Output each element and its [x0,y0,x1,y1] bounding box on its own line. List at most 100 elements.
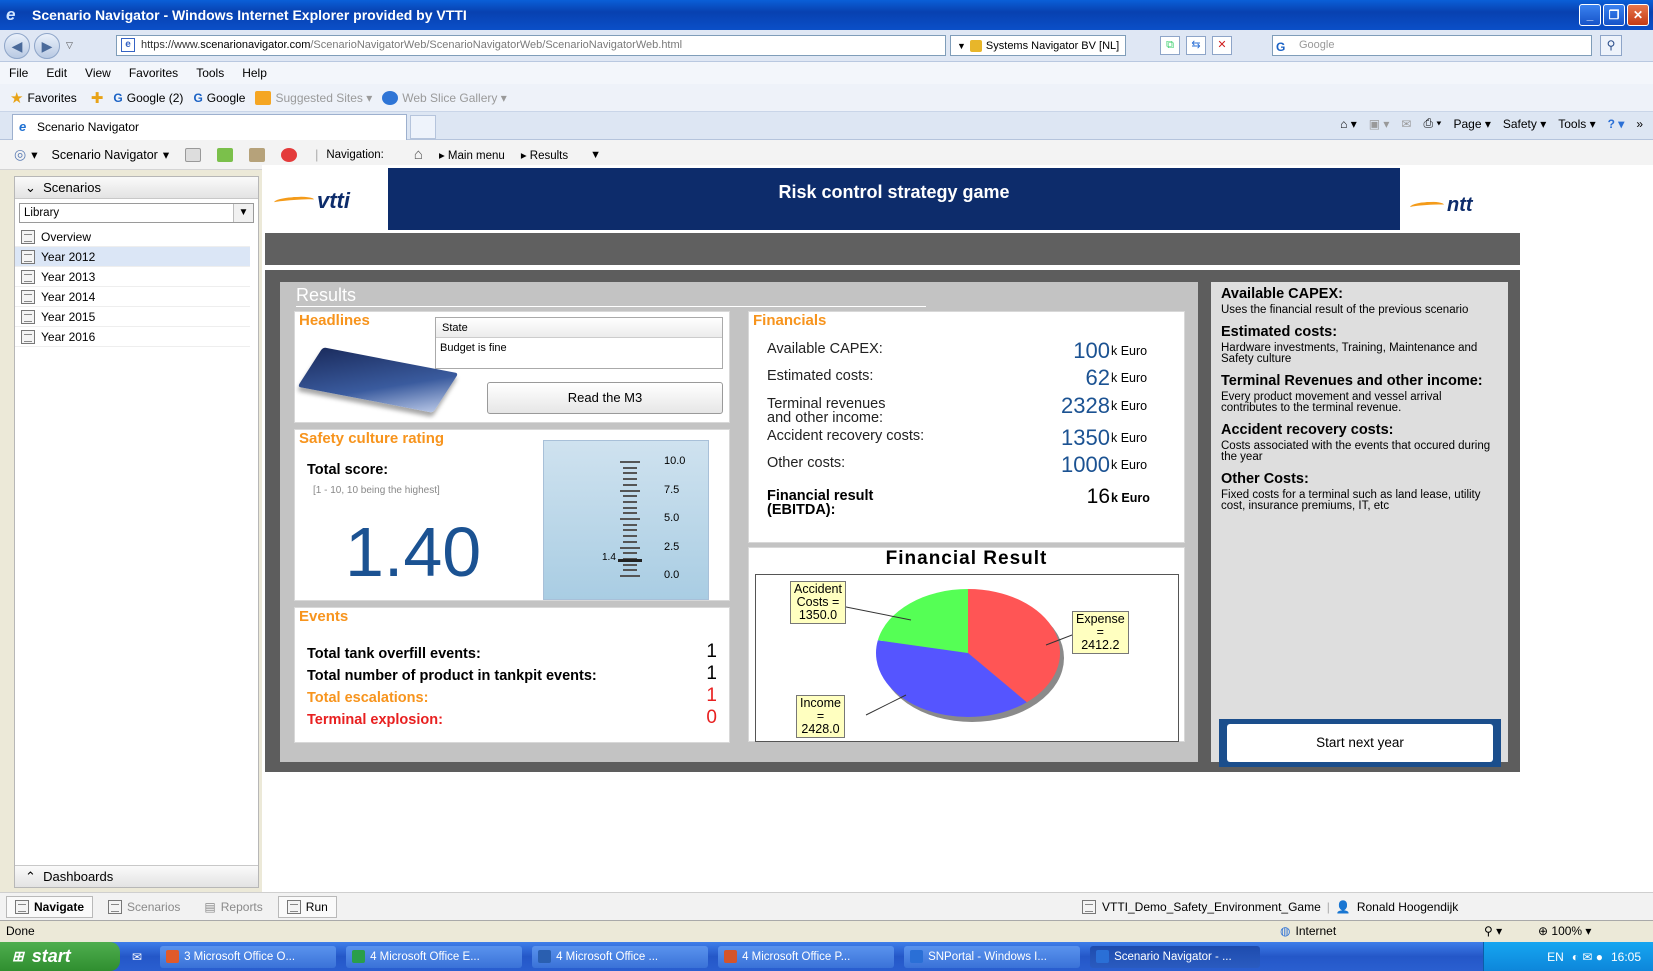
library-select[interactable]: Library ▼ [19,203,254,223]
favorites-button[interactable]: ★ Favorites [10,89,77,107]
new-tab-button[interactable] [410,115,436,139]
scenario-item-year-2012[interactable]: Year 2012 [15,247,250,267]
zoom-control[interactable]: ⊕ 100% ▾ [1538,921,1591,942]
mail-icon[interactable]: ✉ [1401,117,1411,131]
tab-run[interactable]: Run [277,895,337,918]
start-button[interactable]: ⊞ start [0,942,120,971]
start-next-year-button[interactable]: Start next year [1227,724,1493,762]
breadcrumb-dropdown-icon[interactable]: ▼ [590,149,601,161]
fav-web-slice-gallery[interactable]: Web Slice Gallery ▾ [382,90,507,105]
gauge-tick [623,523,637,526]
home-icon[interactable]: ⌂ ▾ [1340,117,1357,131]
address-toolbar: ◀ ▶ ▽ e https://www.scenarionavigator.com… [0,30,1653,62]
gauge-tick [620,575,640,577]
event-label: Total escalations: [307,690,429,706]
fav-google-2[interactable]: G Google (2) [113,91,183,105]
scenario-item-year-2015[interactable]: Year 2015 [15,307,250,327]
gauge-tick [623,540,637,543]
add-favorite-button[interactable]: ✚ [91,89,104,107]
folder-icon[interactable] [185,147,202,162]
tools-menu[interactable]: Tools ▾ [1558,117,1595,131]
safety-menu[interactable]: Safety ▾ [1503,117,1546,131]
info-heading: Available CAPEX: [1221,286,1343,302]
scenario-item-overview[interactable]: Overview [15,227,250,247]
gauge-tick [620,518,640,520]
gauge-tick [620,546,640,549]
refresh-scenario-icon[interactable] [217,147,234,162]
back-button[interactable]: ◀ [4,32,30,59]
feeds-icon[interactable]: ▣ ▾ [1369,117,1390,131]
print-icon[interactable]: ⎙ ▾ [1423,116,1441,131]
system-tray: EN ◐ ✉ ● 16:05 [1483,942,1653,971]
financial-label: Other costs: [767,455,846,471]
address-input[interactable]: e https://www.scenarionavigator.com/Scena… [116,35,946,56]
user-icon: 👤 [1335,899,1351,914]
search-button[interactable]: ⚲ [1600,35,1622,56]
quicklaunch-icon[interactable]: ✉ [132,950,142,964]
window-controls: _ ❐ ✕ [1579,4,1649,26]
scenario-doc-icon [21,229,35,244]
security-certificate[interactable]: ▼ Systems Navigator BV [NL] [950,35,1127,56]
dashboards-header[interactable]: ⌃ Dashboards [15,865,258,887]
financial-value: 16 [1086,485,1110,508]
app-logo-menu[interactable]: ◎ ▾ [14,146,38,163]
breadcrumb-results[interactable]: ▸ Results [521,148,568,162]
google-icon: G [113,90,123,105]
read-m3-button[interactable]: Read the M3 [487,382,723,414]
restore-button[interactable]: ❐ [1603,4,1625,26]
taskbar-button[interactable]: 4 Microsoft Office ... [532,945,709,968]
scenario-item-year-2013[interactable]: Year 2013 [15,267,250,287]
taskbar-button[interactable]: SNPortal - Windows I... [904,945,1081,968]
gauge-label: 10.0 [664,455,686,467]
home-icon[interactable]: ⌂ [414,146,423,163]
forward-button[interactable]: ▶ [34,32,60,59]
stop-icon[interactable]: ✕ [1212,36,1232,55]
users-icon[interactable] [249,147,266,162]
taskbar-button[interactable]: 4 Microsoft Office E... [346,945,523,968]
menu-favorites[interactable]: Favorites [120,66,187,80]
vtti-logo: vtti [273,188,350,214]
history-dropdown-icon[interactable]: ▽ [66,40,73,51]
taskbar-button[interactable]: Scenario Navigator - ... [1090,945,1261,968]
breadcrumb-main-menu[interactable]: ▸ Main menu [439,148,505,162]
app-menu-button[interactable]: Scenario Navigator ▾ [52,147,170,163]
help-icon[interactable]: ? ▾ [1608,117,1625,131]
address-dropdown-icon[interactable]: ▼ [957,41,966,51]
tab-scenarios[interactable]: Scenarios [99,896,189,918]
taskbar-button[interactable]: 4 Microsoft Office P... [718,945,895,968]
menu-view[interactable]: View [76,66,120,80]
minimize-button[interactable]: _ [1579,4,1601,26]
headlines-box: Headlines State Budget is fine Read the … [294,311,730,423]
page-menu[interactable]: Page ▾ [1453,117,1490,131]
scenario-item-year-2014[interactable]: Year 2014 [15,287,250,307]
tab-reports[interactable]: ▤ Reports [195,896,271,918]
refresh-icon[interactable]: ⇆ [1186,36,1206,55]
menu-help[interactable]: Help [233,66,276,80]
scenarios-header[interactable]: ⌄ Scenarios [15,177,258,199]
tab-scenario-navigator[interactable]: e Scenario Navigator [12,114,407,140]
fav-suggested-sites[interactable]: Suggested Sites ▾ [255,90,372,105]
status-text: Done [6,924,35,938]
close-button[interactable]: ✕ [1627,4,1649,26]
menu-edit[interactable]: Edit [37,66,76,80]
globe-icon: ◍ [1280,924,1291,938]
financials-box: Financials Available CAPEX: 100 k Euro Esti… [748,311,1185,543]
lifebuoy-icon[interactable] [281,147,298,162]
fav-google[interactable]: G Google [193,91,245,105]
tab-navigate[interactable]: Navigate [6,895,94,918]
reports-icon: ▤ [204,899,216,914]
safety-title: Safety culture rating [299,430,445,447]
protected-mode-icon[interactable]: ⚲ ▾ [1484,921,1502,942]
safety-box: Safety culture rating Total score: [1 - … [294,429,730,601]
language-indicator[interactable]: EN [1547,950,1564,964]
menu-bar: File Edit View Favorites Tools Help [0,62,1653,84]
taskbar-button[interactable]: 3 Microsoft Office O... [160,945,337,968]
compatibility-icon[interactable]: ⧉ [1160,36,1180,55]
tray-icons[interactable]: ◐ ✉ ● [1572,950,1603,964]
menu-tools[interactable]: Tools [187,66,233,80]
menu-file[interactable]: File [0,66,37,80]
events-box: Events Total tank overfill events: 1 Total… [294,607,730,743]
search-input[interactable]: G Google [1272,35,1592,56]
scenario-item-year-2016[interactable]: Year 2016 [15,327,250,347]
chevron-more-icon[interactable]: » [1636,117,1643,131]
